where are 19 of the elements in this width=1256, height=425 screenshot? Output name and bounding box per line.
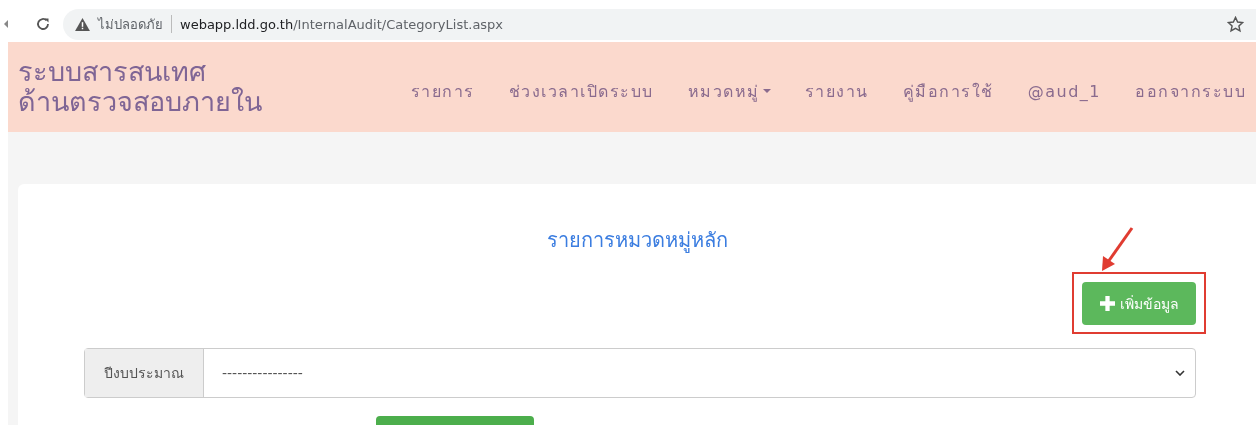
nav-link[interactable]: หมวดหมู่: [687, 70, 771, 104]
site-title[interactable]: ระบบสารสนเทศ: [18, 57, 262, 87]
address-bar[interactable]: ไม่ปลอดภัย webapp.ldd.go.th/InternalAudit/CategoryList.aspx: [63, 8, 1256, 40]
site-title[interactable]: ด้านตรวจสอบภายใน: [18, 87, 262, 117]
url-text: webapp.ldd.go.th/InternalAudit/CategoryList.aspx: [180, 16, 504, 32]
nav-link[interactable]: คู่มือการใช้: [902, 70, 994, 104]
reload-icon[interactable]: [35, 16, 51, 32]
security-label: ไม่ปลอดภัย: [98, 15, 163, 34]
nav-link[interactable]: @aud_1: [1027, 73, 1101, 101]
warning-icon: [75, 17, 90, 31]
star-icon[interactable]: [1227, 15, 1244, 33]
plus-icon: [1099, 296, 1115, 311]
nav-link[interactable]: ออกจากระบบ: [1135, 70, 1246, 104]
back-icon[interactable]: [4, 20, 8, 28]
nav-link[interactable]: รายการ: [410, 70, 475, 104]
nav-link[interactable]: รายงาน: [804, 70, 869, 104]
nav-link[interactable]: ช่วงเวลาเปิดระบบ: [508, 70, 654, 104]
add-button[interactable]: เพิ่มข้อมูล: [1082, 282, 1196, 325]
page-title: รายการหมวดหมู่หลัก: [546, 227, 728, 255]
